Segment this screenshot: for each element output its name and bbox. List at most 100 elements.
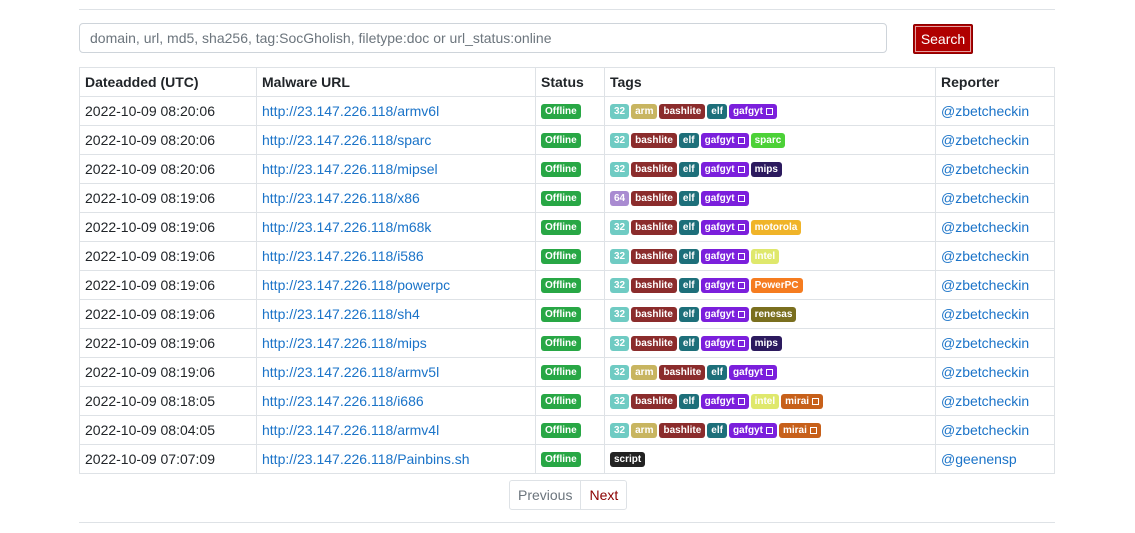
- external-link-icon: [737, 282, 745, 290]
- tag-badge[interactable]: gafgyt: [728, 104, 777, 120]
- tag-badge[interactable]: script: [610, 452, 646, 468]
- tag-badge[interactable]: elf: [678, 220, 699, 236]
- reporter-link[interactable]: @zbetcheckin: [941, 219, 1029, 235]
- tag-badge[interactable]: elf: [678, 162, 699, 178]
- tag-badge[interactable]: gafgyt: [700, 336, 749, 352]
- malware-url-link[interactable]: http://23.147.226.118/sparc: [262, 132, 431, 148]
- tag-badge[interactable]: motorola: [750, 220, 802, 236]
- tag-badge[interactable]: mirai: [778, 423, 821, 439]
- tag-badge[interactable]: bashlite: [631, 133, 677, 149]
- tag-badge[interactable]: gafgyt: [700, 191, 749, 207]
- malware-url-link[interactable]: http://23.147.226.118/powerpc: [262, 277, 450, 293]
- cell-tags: 32 bashlite elf gafgyt renesas: [604, 299, 936, 329]
- tag-badge[interactable]: PowerPC: [750, 278, 803, 294]
- tag-badge[interactable]: intel: [750, 249, 780, 265]
- reporter-link[interactable]: @zbetcheckin: [941, 103, 1029, 119]
- tag-badge[interactable]: 32: [610, 307, 630, 323]
- tag-badge[interactable]: gafgyt: [700, 133, 749, 149]
- tag-badge[interactable]: arm: [631, 104, 658, 120]
- tag-label: bashlite: [663, 425, 702, 437]
- header-dateadded: Dateadded (UTC): [79, 67, 257, 97]
- tag-badge[interactable]: bashlite: [631, 278, 677, 294]
- tag-badge[interactable]: 32: [610, 394, 630, 410]
- tag-badge[interactable]: 32: [610, 220, 630, 236]
- tag-badge[interactable]: sparc: [750, 133, 786, 149]
- tag-badge[interactable]: elf: [707, 423, 727, 439]
- tag-badge[interactable]: elf: [678, 133, 699, 149]
- tag-badge[interactable]: elf: [678, 249, 699, 265]
- tag-badge[interactable]: elf: [678, 307, 699, 323]
- tag-badge[interactable]: elf: [678, 191, 699, 207]
- next-page-button[interactable]: Next: [581, 481, 626, 509]
- tag-badge[interactable]: gafgyt: [700, 162, 749, 178]
- reporter-link[interactable]: @geenensp: [941, 451, 1017, 467]
- reporter-link[interactable]: @zbetcheckin: [941, 190, 1029, 206]
- tag-badge[interactable]: gafgyt: [700, 307, 749, 323]
- tag-badge[interactable]: gafgyt: [700, 394, 749, 410]
- tag-badge[interactable]: elf: [678, 394, 699, 410]
- tag-badge[interactable]: elf: [707, 365, 727, 381]
- malware-url-link[interactable]: http://23.147.226.118/armv4l: [262, 422, 439, 438]
- tag-badge[interactable]: gafgyt: [700, 278, 749, 294]
- tag-badge[interactable]: bashlite: [631, 191, 677, 207]
- tag-badge[interactable]: 32: [610, 133, 630, 149]
- tag-badge[interactable]: intel: [750, 394, 780, 410]
- malware-url-link[interactable]: http://23.147.226.118/m68k: [262, 219, 431, 235]
- tag-badge[interactable]: bashlite: [631, 336, 677, 352]
- malware-url-link[interactable]: http://23.147.226.118/armv5l: [262, 364, 439, 380]
- malware-url-link[interactable]: http://23.147.226.118/Painbins.sh: [262, 451, 470, 467]
- tag-badge[interactable]: 32: [610, 249, 630, 265]
- reporter-link[interactable]: @zbetcheckin: [941, 277, 1029, 293]
- tag-badge[interactable]: elf: [678, 336, 699, 352]
- malware-url-link[interactable]: http://23.147.226.118/mips: [262, 335, 427, 351]
- tag-badge[interactable]: 32: [610, 278, 630, 294]
- tag-badge[interactable]: renesas: [750, 307, 797, 323]
- tag-badge[interactable]: 32: [610, 336, 630, 352]
- reporter-link[interactable]: @zbetcheckin: [941, 335, 1029, 351]
- tag-badge[interactable]: bashlite: [631, 394, 677, 410]
- tag-badge[interactable]: 32: [610, 423, 630, 439]
- external-link-icon: [737, 224, 745, 232]
- tag-badge[interactable]: bashlite: [631, 162, 677, 178]
- malware-url-link[interactable]: http://23.147.226.118/armv6l: [262, 103, 439, 119]
- tag-badge[interactable]: 32: [610, 162, 630, 178]
- reporter-link[interactable]: @zbetcheckin: [941, 393, 1029, 409]
- tag-badge[interactable]: arm: [631, 423, 658, 439]
- tag-badge[interactable]: 32: [610, 104, 630, 120]
- tag-badge[interactable]: bashlite: [631, 249, 677, 265]
- search-input[interactable]: [79, 23, 887, 53]
- tag-label: 64: [614, 193, 626, 205]
- malware-url-link[interactable]: http://23.147.226.118/i586: [262, 248, 424, 264]
- malware-url-link[interactable]: http://23.147.226.118/mipsel: [262, 161, 438, 177]
- tag-badge[interactable]: bashlite: [659, 423, 706, 439]
- reporter-link[interactable]: @zbetcheckin: [941, 364, 1029, 380]
- reporter-link[interactable]: @zbetcheckin: [941, 306, 1029, 322]
- tag-badge[interactable]: gafgyt: [700, 220, 749, 236]
- tag-label: motorola: [754, 222, 798, 234]
- tag-badge[interactable]: bashlite: [631, 220, 677, 236]
- tag-badge[interactable]: bashlite: [659, 365, 706, 381]
- tag-badge[interactable]: gafgyt: [728, 365, 777, 381]
- tag-badge[interactable]: elf: [707, 104, 727, 120]
- tag-badge[interactable]: mips: [750, 336, 782, 352]
- tag-badge[interactable]: mips: [750, 162, 782, 178]
- search-button[interactable]: Search: [913, 24, 973, 54]
- malware-url-link[interactable]: http://23.147.226.118/x86: [262, 190, 420, 206]
- reporter-link[interactable]: @zbetcheckin: [941, 132, 1029, 148]
- tag-badge[interactable]: gafgyt: [700, 249, 749, 265]
- reporter-link[interactable]: @zbetcheckin: [941, 248, 1029, 264]
- reporter-link[interactable]: @zbetcheckin: [941, 422, 1029, 438]
- tag-label: mirai: [785, 396, 810, 408]
- tag-badge[interactable]: gafgyt: [728, 423, 777, 439]
- malware-url-link[interactable]: http://23.147.226.118/i686: [262, 393, 424, 409]
- malware-url-link[interactable]: http://23.147.226.118/sh4: [262, 306, 420, 322]
- tag-badge[interactable]: arm: [631, 365, 658, 381]
- tag-badge[interactable]: bashlite: [659, 104, 706, 120]
- tag-badge[interactable]: 32: [610, 365, 630, 381]
- tag-badge[interactable]: bashlite: [631, 307, 677, 323]
- reporter-link[interactable]: @zbetcheckin: [941, 161, 1029, 177]
- tag-badge[interactable]: elf: [678, 278, 699, 294]
- tag-badge[interactable]: 64: [610, 191, 630, 207]
- previous-page-button[interactable]: Previous: [510, 481, 582, 509]
- tag-badge[interactable]: mirai: [781, 394, 824, 410]
